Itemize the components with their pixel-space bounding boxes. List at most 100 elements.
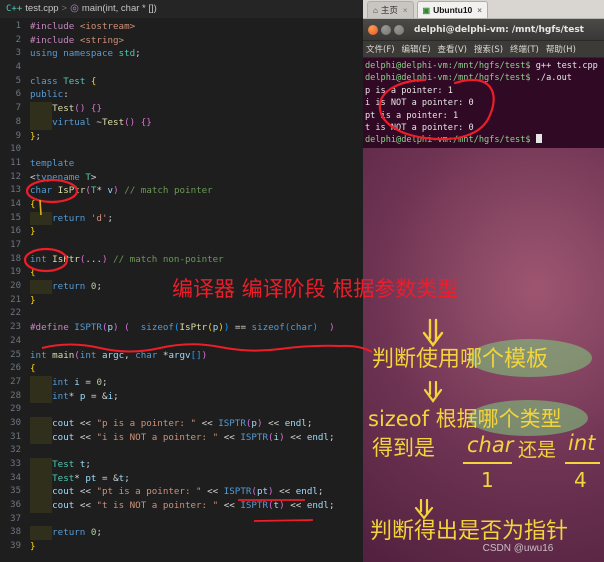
line-content[interactable]: public: bbox=[30, 88, 69, 102]
code-line[interactable]: 34 Test* pt = &t; bbox=[0, 471, 363, 486]
code-line[interactable]: 36 cout << "t is NOT a pointer: " << ISP… bbox=[0, 499, 363, 513]
code-line[interactable]: 13 char IsPtr(T* v) // match pointer bbox=[0, 184, 363, 198]
line-content[interactable]: cout << "pt is a pointer: " << ISPTR(pt)… bbox=[30, 485, 323, 500]
line-content[interactable]: cout << "i is NOT a pointer: " << ISPTR(… bbox=[30, 430, 335, 445]
code-line[interactable]: 31 cout << "i is NOT a pointer: " << ISP… bbox=[0, 430, 363, 445]
line-number: 26 bbox=[10, 363, 21, 374]
line-content[interactable]: char IsPtr(T* v) // match pointer bbox=[30, 184, 213, 198]
code-line[interactable]: 30 cout << "p is a pointer: " << ISPTR(p… bbox=[0, 416, 363, 431]
code-line[interactable]: 33 Test t; bbox=[0, 458, 363, 472]
line-content[interactable]: template bbox=[30, 157, 74, 171]
code-line[interactable]: 9}; bbox=[0, 130, 363, 144]
code-line[interactable]: 17 bbox=[0, 239, 363, 253]
code-line[interactable]: 7 Test() {} bbox=[0, 102, 363, 116]
terminal-menu-item[interactable]: 帮助(H) bbox=[546, 43, 576, 55]
breadcrumb-file[interactable]: test.cpp bbox=[25, 0, 58, 18]
line-content[interactable]: int IsPtr(...) // match non-pointer bbox=[30, 253, 224, 267]
code-line[interactable]: 39} bbox=[0, 540, 363, 554]
line-number: 31 bbox=[10, 431, 21, 442]
code-line[interactable]: 3 using namespace std; bbox=[0, 47, 363, 61]
line-content[interactable]: } bbox=[30, 540, 36, 554]
code-line[interactable]: 19 { bbox=[0, 266, 363, 280]
terminal-menu-item[interactable]: 搜索(S) bbox=[474, 43, 503, 55]
code-line[interactable]: 4 bbox=[0, 61, 363, 75]
code-line[interactable]: 23 #define ISPTR(p) ( sizeof(IsPtr(p)) ==… bbox=[0, 321, 363, 335]
line-number: 16 bbox=[10, 226, 21, 237]
terminal-menu-item[interactable]: 终端(T) bbox=[510, 43, 539, 55]
code-line[interactable]: 21} bbox=[0, 294, 363, 308]
close-icon[interactable]: × bbox=[403, 6, 408, 15]
line-content[interactable]: int* p = &i; bbox=[30, 389, 119, 404]
code-lines-container[interactable]: 1 #include <iostream> 2 #include <string> 3 u… bbox=[0, 18, 363, 554]
minimize-button[interactable] bbox=[381, 24, 391, 35]
line-content[interactable]: return 'd'; bbox=[30, 211, 113, 226]
line-content[interactable]: Test* pt = &t; bbox=[30, 471, 130, 486]
code-line[interactable]: 14 { bbox=[0, 198, 363, 212]
code-line[interactable]: 24 bbox=[0, 335, 363, 349]
line-content[interactable]: } bbox=[30, 225, 36, 239]
code-line[interactable]: 11 template bbox=[0, 157, 363, 171]
code-line[interactable]: 15 return 'd'; bbox=[0, 211, 363, 226]
line-content[interactable]: return 0; bbox=[30, 280, 102, 294]
line-content[interactable]: class Test { bbox=[30, 75, 96, 89]
line-content[interactable]: int i = 0; bbox=[30, 375, 108, 390]
line-content[interactable]: cout << "p is a pointer: " << ISPTR(p) <… bbox=[30, 416, 312, 431]
line-number: 23 bbox=[10, 322, 21, 333]
code-line[interactable]: 28 int* p = &i; bbox=[0, 389, 363, 404]
code-line[interactable]: 2 #include <string> bbox=[0, 34, 363, 48]
code-line[interactable]: 35 cout << "pt is a pointer: " << ISPTR(… bbox=[0, 485, 363, 500]
terminal-title-bar[interactable]: delphi@delphi-vm: /mnt/hgfs/test bbox=[363, 19, 604, 41]
code-line[interactable]: 6 public: bbox=[0, 88, 363, 102]
code-line[interactable]: 8 virtual ~Test() {} bbox=[0, 115, 363, 130]
code-line[interactable]: 18 int IsPtr(...) // match non-pointer bbox=[0, 253, 363, 267]
code-line[interactable]: 26 { bbox=[0, 362, 363, 376]
terminal-text: p is a pointer: 1 bbox=[365, 85, 453, 96]
code-line[interactable]: 25 int main(int argc, char *argv[]) bbox=[0, 349, 363, 363]
code-line[interactable]: 5 class Test { bbox=[0, 75, 363, 89]
code-line[interactable]: 38 return 0; bbox=[0, 526, 363, 541]
line-content[interactable]: return 0; bbox=[30, 526, 102, 541]
browser-tab[interactable]: ⌂ 主页 × bbox=[367, 1, 414, 18]
line-content[interactable]: int main(int argc, char *argv[]) bbox=[30, 349, 207, 363]
code-line[interactable]: 20 return 0; bbox=[0, 280, 363, 294]
close-button[interactable] bbox=[368, 24, 378, 35]
terminal-menu-item[interactable]: 文件(F) bbox=[366, 43, 395, 55]
line-content[interactable]: } bbox=[30, 294, 36, 308]
line-content[interactable]: #define ISPTR(p) ( sizeof(IsPtr(p)) == s… bbox=[30, 321, 335, 335]
line-content[interactable]: using namespace std; bbox=[30, 47, 141, 61]
terminal-menu-item[interactable]: 编辑(E) bbox=[402, 43, 431, 55]
maximize-button[interactable] bbox=[394, 24, 404, 35]
line-number: 12 bbox=[10, 171, 21, 182]
code-line[interactable]: 32 bbox=[0, 444, 363, 458]
code-line[interactable]: 22 bbox=[0, 307, 363, 321]
terminal-menu-item[interactable]: 查看(V) bbox=[438, 43, 467, 55]
code-line[interactable]: 37 bbox=[0, 513, 363, 527]
screenshot-root: C++ test.cpp > ◎ main(int, char * []) 1 #… bbox=[0, 0, 604, 562]
terminal-text: ./a.out bbox=[530, 73, 572, 84]
browser-tab[interactable]: ▣ Ubuntu10 × bbox=[416, 1, 488, 18]
line-content[interactable]: #include <iostream> bbox=[30, 20, 135, 34]
code-line[interactable]: 16} bbox=[0, 225, 363, 239]
line-content[interactable]: Test t; bbox=[30, 458, 91, 472]
line-content[interactable]: virtual ~Test() {} bbox=[30, 115, 152, 130]
terminal-output[interactable]: delphi@delphi-vm:/mnt/hgfs/test$ g++ tes… bbox=[363, 58, 604, 148]
code-line[interactable]: 29 bbox=[0, 403, 363, 417]
line-content[interactable]: <typename T> bbox=[30, 171, 96, 185]
breadcrumb-symbol[interactable]: main(int, char * []) bbox=[82, 0, 157, 18]
terminal-line: i is NOT a pointer: 0 bbox=[365, 97, 604, 109]
code-line[interactable]: 27 int i = 0; bbox=[0, 375, 363, 390]
line-content[interactable]: { bbox=[30, 266, 36, 280]
code-line[interactable]: 10 bbox=[0, 143, 363, 157]
code-line[interactable]: 1 #include <iostream> bbox=[0, 20, 363, 34]
terminal-active-prompt-line[interactable]: delphi@delphi-vm:/mnt/hgfs/test$ bbox=[365, 134, 604, 146]
breadcrumb[interactable]: C++ test.cpp > ◎ main(int, char * []) bbox=[0, 0, 363, 18]
line-content[interactable]: { bbox=[30, 198, 36, 212]
code-editor-pane: C++ test.cpp > ◎ main(int, char * []) 1 #… bbox=[0, 0, 363, 562]
code-line[interactable]: 12 <typename T> bbox=[0, 171, 363, 185]
line-content[interactable]: Test() {} bbox=[30, 102, 102, 116]
line-content[interactable]: { bbox=[30, 362, 36, 376]
line-content[interactable]: #include <string> bbox=[30, 34, 124, 48]
close-icon[interactable]: × bbox=[477, 6, 482, 15]
line-content[interactable]: }; bbox=[30, 130, 41, 144]
line-content[interactable]: cout << "t is NOT a pointer: " << ISPTR(… bbox=[30, 499, 335, 513]
